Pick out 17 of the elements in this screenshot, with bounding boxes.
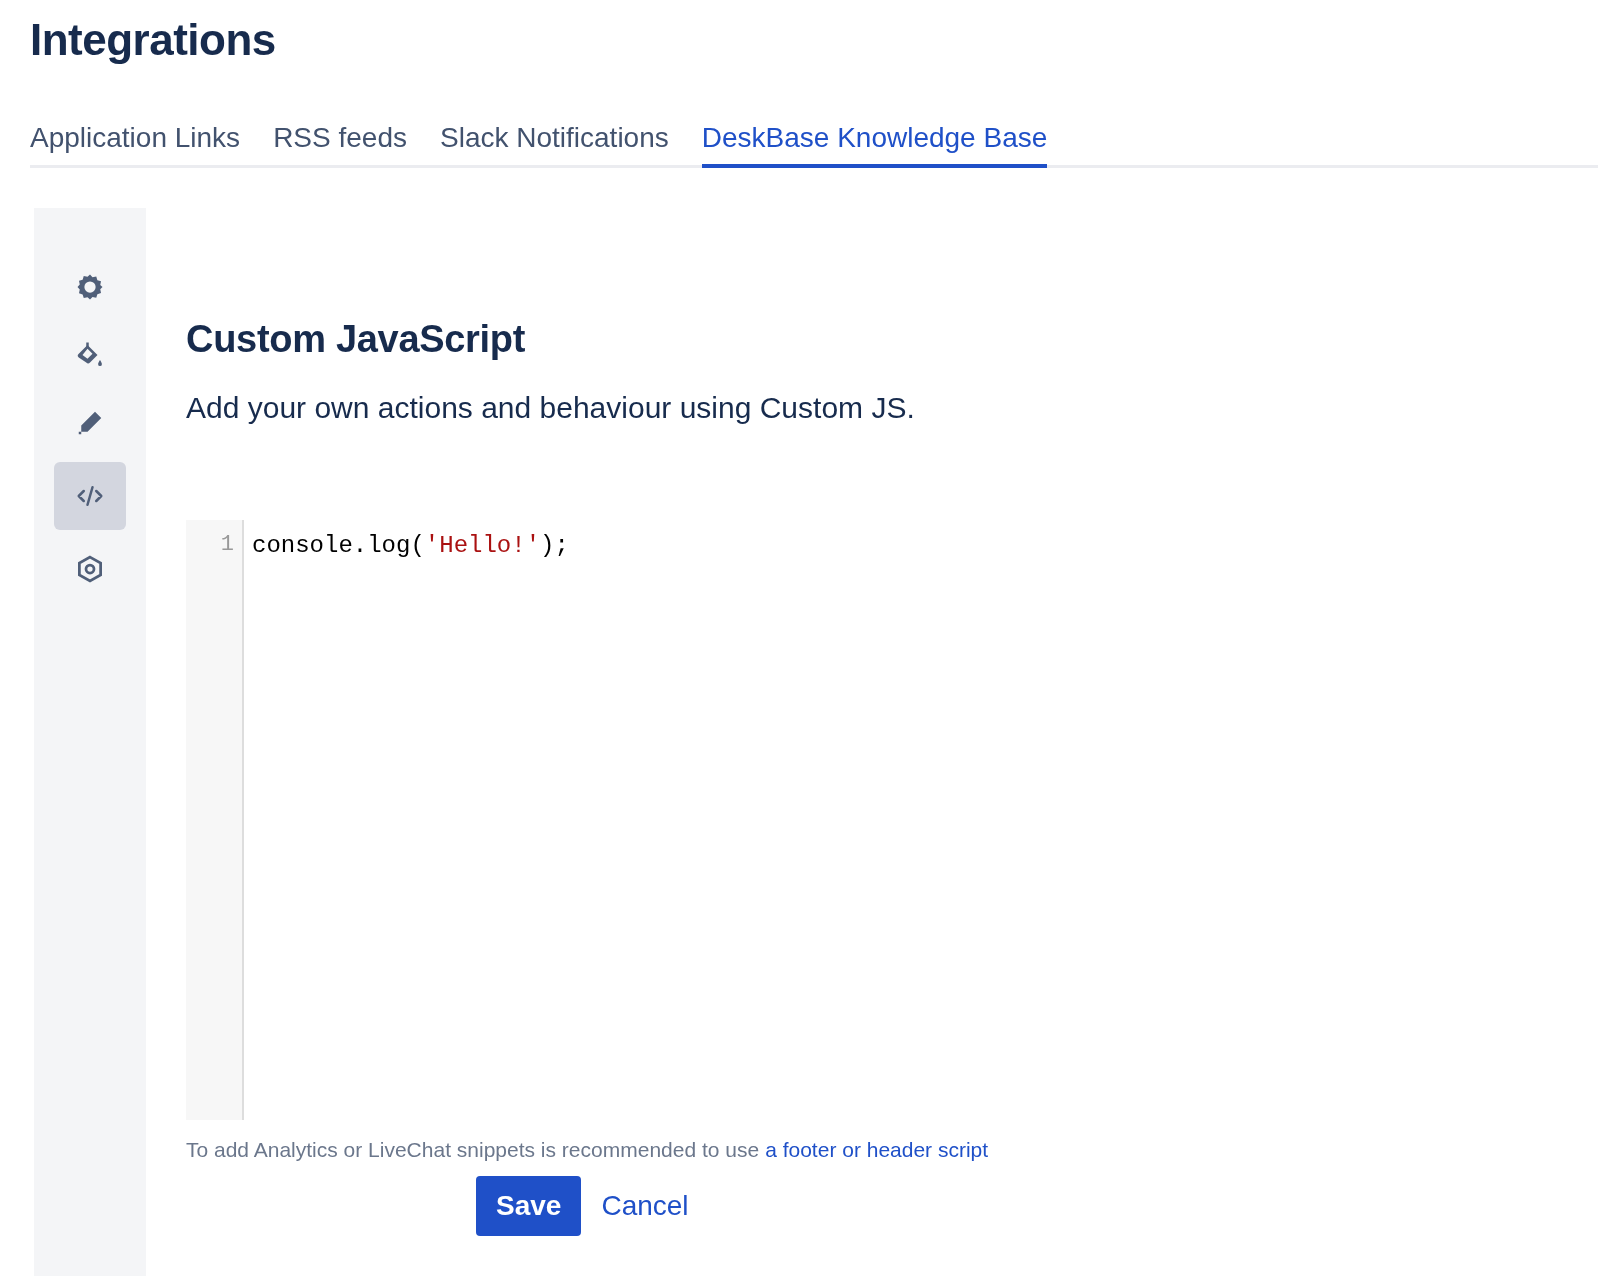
page-title: Integrations <box>30 14 276 66</box>
footer-header-script-link[interactable]: a footer or header script <box>765 1138 989 1162</box>
tab[interactable]: DeskBase Knowledge Base <box>701 122 1048 168</box>
section-heading: Custom JavaScript <box>186 318 526 361</box>
line-number: 1 <box>220 532 235 557</box>
tab[interactable]: Slack Notifications <box>440 122 669 168</box>
code-editor[interactable]: 1 console.log('Hello!'); <box>186 520 1566 1120</box>
code-line: console.log('Hello!'); <box>252 532 569 559</box>
section-description: Add your own actions and behaviour using Custom JS. <box>186 391 915 425</box>
tab[interactable]: Application Links <box>30 122 241 168</box>
sidebar-item[interactable] <box>54 462 126 530</box>
save-button[interactable]: Save <box>476 1176 582 1236</box>
cancel-link[interactable]: Cancel <box>601 1190 689 1222</box>
hexagon-icon <box>75 554 105 584</box>
gear-icon <box>75 272 105 302</box>
hint-text: To add Analytics or LiveChat snippets is recommended to use <box>186 1138 760 1162</box>
tab[interactable]: RSS feeds <box>273 122 407 168</box>
